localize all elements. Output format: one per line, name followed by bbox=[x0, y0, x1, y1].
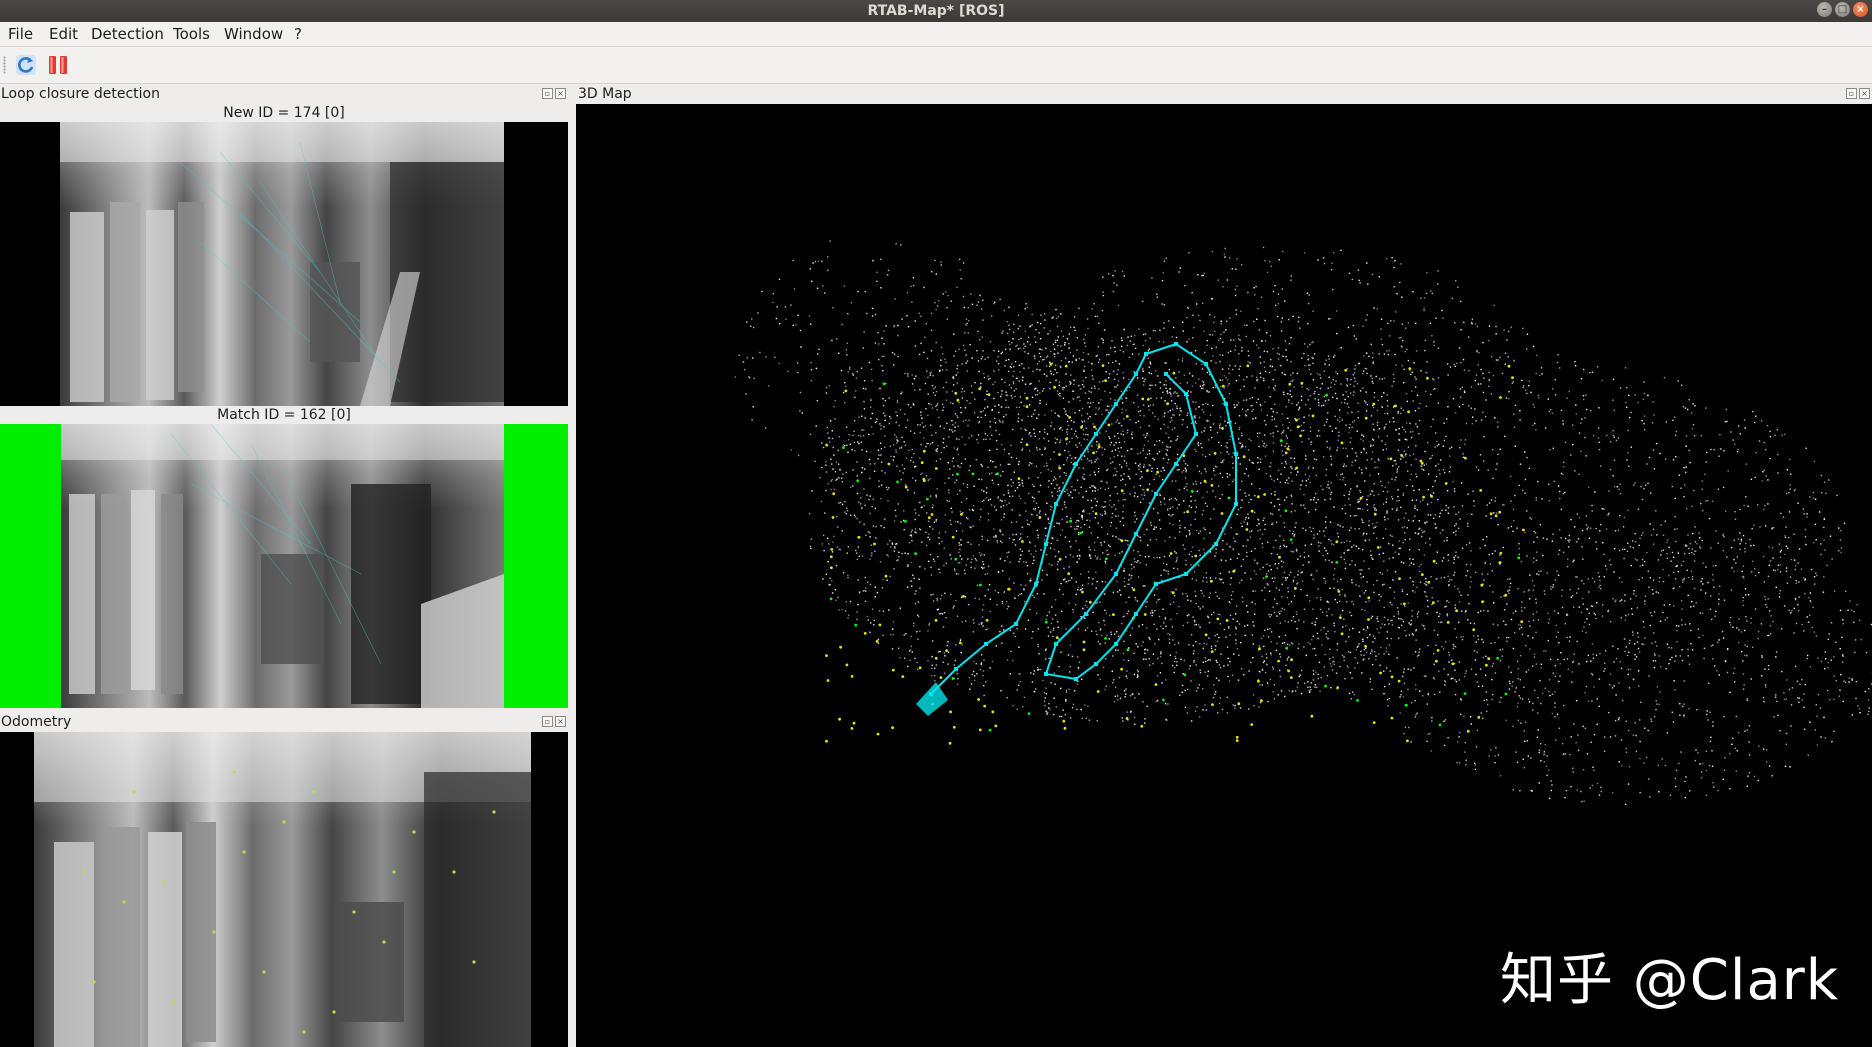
odometry-dock-title: Odometry ▫ × bbox=[0, 712, 568, 732]
odometry-image-panel bbox=[0, 732, 568, 1047]
toolbar-grip[interactable] bbox=[3, 56, 6, 74]
dock-splitter[interactable] bbox=[568, 84, 576, 1047]
refresh-icon bbox=[16, 55, 36, 75]
match-id-caption: Match ID = 162 [0] bbox=[217, 407, 351, 423]
odometry-float-button[interactable]: ▫ bbox=[542, 716, 553, 727]
point-cloud bbox=[734, 240, 1872, 805]
close-button[interactable]: × bbox=[1853, 2, 1868, 17]
menu-file[interactable]: File bbox=[8, 25, 33, 43]
pause-icon bbox=[49, 56, 67, 74]
title-bar: RTAB-Map* [ROS] – □ × bbox=[0, 0, 1872, 22]
map-close-button[interactable]: × bbox=[1859, 88, 1870, 99]
refresh-button[interactable] bbox=[14, 53, 38, 77]
float-button[interactable]: ▫ bbox=[542, 88, 553, 99]
maximize-button[interactable]: □ bbox=[1835, 2, 1850, 17]
map-title: 3D Map bbox=[578, 86, 632, 102]
loop-closure-title: Loop closure detection bbox=[1, 86, 160, 102]
menu-edit[interactable]: Edit bbox=[49, 25, 78, 43]
menu-help[interactable]: ? bbox=[294, 25, 302, 43]
odometry-camera-image bbox=[34, 732, 531, 1047]
odometry-title: Odometry bbox=[1, 714, 72, 730]
map-float-button[interactable]: ▫ bbox=[1846, 88, 1857, 99]
minimize-button[interactable]: – bbox=[1817, 2, 1832, 17]
menu-detection[interactable]: Detection bbox=[91, 25, 164, 43]
new-image-panel bbox=[0, 122, 568, 406]
menu-bar: File Edit Detection Tools Window ? bbox=[0, 22, 1872, 47]
window-title: RTAB-Map* [ROS] bbox=[867, 3, 1005, 19]
new-camera-image bbox=[60, 122, 504, 406]
match-camera-image bbox=[61, 424, 504, 708]
menu-window[interactable]: Window bbox=[224, 25, 283, 43]
new-id-caption: New ID = 174 [0] bbox=[223, 105, 345, 121]
map-dock-title: 3D Map ▫ × bbox=[576, 84, 1872, 104]
watermark: 知乎 @Clark bbox=[1500, 948, 1840, 1013]
menu-tools[interactable]: Tools bbox=[173, 25, 210, 43]
loop-closure-dock-title: Loop closure detection ▫ × bbox=[0, 84, 568, 104]
pause-button[interactable] bbox=[46, 53, 70, 77]
tool-bar bbox=[0, 47, 1872, 84]
odometry-close-button[interactable]: × bbox=[555, 716, 566, 727]
match-image-panel bbox=[0, 424, 568, 708]
3d-map-view[interactable]: 知乎 @Clark bbox=[576, 104, 1872, 1047]
dock-close-button[interactable]: × bbox=[555, 88, 566, 99]
